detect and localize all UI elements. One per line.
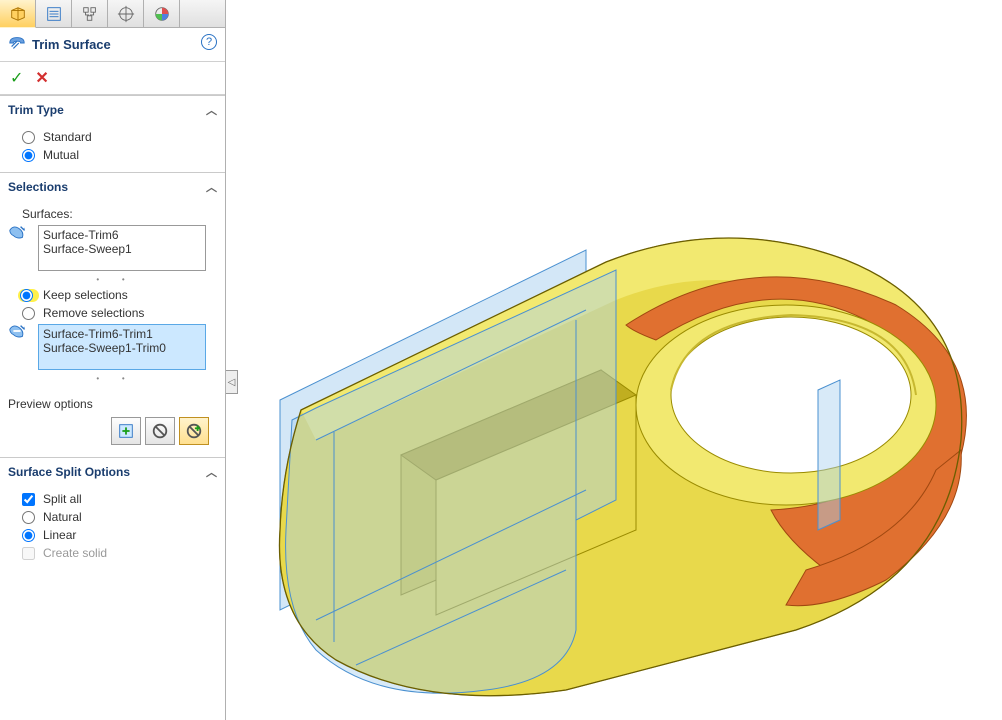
target-icon: [117, 5, 135, 23]
appearance-icon: [153, 5, 171, 23]
radio-standard-input[interactable]: [22, 131, 35, 144]
list-item[interactable]: Surface-Sweep1: [43, 242, 201, 256]
section-title: Surface Split Options: [8, 465, 130, 479]
radio-natural[interactable]: Natural: [8, 508, 217, 526]
both-preview-icon: [185, 422, 203, 440]
section-header-selections[interactable]: Selections ︿: [0, 173, 225, 201]
cancel-button[interactable]: ✕: [35, 68, 48, 88]
tab-property-manager[interactable]: [36, 0, 72, 27]
radio-label: Mutual: [43, 148, 79, 162]
section-trim-type: Trim Type ︿ Standard Mutual: [0, 95, 225, 172]
surfaces-listbox[interactable]: Surface-Trim6 Surface-Sweep1: [38, 225, 206, 271]
plus-preview-icon: [117, 422, 135, 440]
check-label: Create solid: [43, 546, 107, 560]
graphics-viewport[interactable]: ◁: [226, 0, 1002, 720]
cube-icon: [9, 5, 27, 23]
tab-feature-manager[interactable]: [0, 0, 36, 28]
btn-show-both[interactable]: [179, 417, 209, 445]
list-icon: [45, 5, 63, 23]
surfaces-selection-icon: [8, 223, 26, 244]
resize-handle[interactable]: • •: [8, 372, 217, 385]
list-item[interactable]: Surface-Sweep1-Trim0: [43, 341, 201, 355]
radio-keep-selections-row[interactable]: Keep selections: [8, 286, 217, 304]
chevron-up-icon: ︿: [206, 464, 217, 480]
excluded-preview-icon: [151, 422, 169, 440]
section-selections: Selections ︿ Surfaces: Surface-Trim6 Sur…: [0, 172, 225, 393]
pieces-listbox[interactable]: Surface-Trim6-Trim1 Surface-Sweep1-Trim0: [38, 324, 206, 370]
tab-display-manager[interactable]: [144, 0, 180, 27]
preview-label: Preview options: [8, 395, 217, 413]
radio-label: Linear: [43, 528, 76, 542]
ok-button[interactable]: ✓: [10, 68, 23, 88]
section-split-options: Surface Split Options ︿ Split all Natura…: [0, 457, 225, 570]
section-header-split[interactable]: Surface Split Options ︿: [0, 458, 225, 486]
ok-cancel-bar: ✓ ✕: [0, 62, 225, 95]
radio-mutual[interactable]: Mutual: [8, 146, 217, 164]
section-title: Trim Type: [8, 103, 64, 117]
radio-label: Remove selections: [43, 306, 144, 320]
trim-surface-icon: [8, 34, 26, 55]
section-title: Selections: [8, 180, 68, 194]
tab-dimxpert[interactable]: [108, 0, 144, 27]
feature-header: Trim Surface ?: [0, 28, 225, 62]
list-item[interactable]: Surface-Trim6: [43, 228, 201, 242]
property-manager-panel: Trim Surface ? ✓ ✕ Trim Type ︿ Standard …: [0, 0, 226, 720]
check-create-solid: Create solid: [8, 544, 217, 562]
surfaces-label: Surfaces:: [8, 205, 217, 223]
resize-handle[interactable]: • •: [8, 273, 217, 286]
model-preview: [226, 210, 986, 700]
chevron-up-icon: ︿: [206, 179, 217, 195]
check-split-all[interactable]: Split all: [8, 490, 217, 508]
check-label: Split all: [43, 492, 82, 506]
tree-icon: [81, 5, 99, 23]
help-icon[interactable]: ?: [201, 34, 217, 50]
radio-natural-input[interactable]: [22, 511, 35, 524]
radio-label: Standard: [43, 130, 92, 144]
chevron-up-icon: ︿: [206, 102, 217, 118]
section-preview: Preview options: [0, 393, 225, 457]
list-item[interactable]: Surface-Trim6-Trim1: [43, 327, 201, 341]
check-split-all-input[interactable]: [22, 493, 35, 506]
tab-configuration-manager[interactable]: [72, 0, 108, 27]
btn-show-included[interactable]: [111, 417, 141, 445]
radio-label: Natural: [43, 510, 82, 524]
radio-remove-input[interactable]: [22, 307, 35, 320]
panel-tab-bar: [0, 0, 225, 28]
section-header-trim-type[interactable]: Trim Type ︿: [0, 96, 225, 124]
check-create-solid-input: [22, 547, 35, 560]
radio-linear[interactable]: Linear: [8, 526, 217, 544]
radio-keep-input[interactable]: [20, 289, 33, 302]
radio-linear-input[interactable]: [22, 529, 35, 542]
radio-remove-selections[interactable]: Remove selections: [8, 304, 217, 322]
radio-label: Keep selections: [43, 288, 128, 302]
radio-mutual-input[interactable]: [22, 149, 35, 162]
btn-show-excluded[interactable]: [145, 417, 175, 445]
pieces-selection-icon: [8, 322, 26, 343]
radio-standard[interactable]: Standard: [8, 128, 217, 146]
feature-title: Trim Surface: [32, 37, 111, 52]
